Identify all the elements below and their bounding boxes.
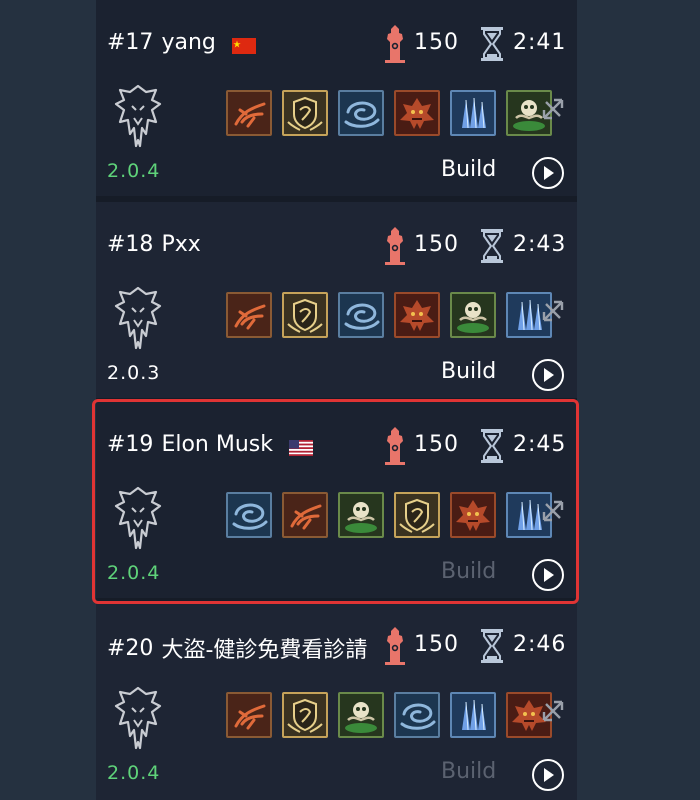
leaderboard-panel: #17 yang 150 2:41 2.0.4 Build #18 Pxx 15… <box>96 0 577 800</box>
leaderboard-entry[interactable]: #17 yang 150 2:41 2.0.4 Build <box>96 0 577 200</box>
tower-icon <box>385 25 405 63</box>
rank-number: #18 <box>107 232 154 257</box>
build-label[interactable]: Build <box>441 157 496 182</box>
clear-time-value: 2:41 <box>513 30 567 55</box>
ice-spike-glyph-icon[interactable] <box>450 692 496 738</box>
tower-icon <box>385 627 405 665</box>
build-label[interactable]: Build <box>441 359 496 384</box>
player-name: Elon Musk <box>161 432 273 457</box>
necromancer-class-icon <box>114 486 162 550</box>
player-rank-name: #20 大盜-健診免費看診請 <box>107 632 367 664</box>
player-name: 大盜-健診免費看診請 <box>161 638 368 663</box>
rank-number: #20 <box>107 635 154 661</box>
expand-arrows-icon[interactable] <box>540 96 566 122</box>
vortex-glyph-icon[interactable] <box>226 492 272 538</box>
pit-tier-value: 150 <box>414 232 459 257</box>
exploit-glyph-icon[interactable] <box>282 90 328 136</box>
ranger-glyph-icon[interactable] <box>226 90 272 136</box>
clear-time-value: 2:45 <box>513 432 567 457</box>
ranger-glyph-icon[interactable] <box>226 292 272 338</box>
necromancer-class-icon <box>114 686 162 750</box>
rank-number: #19 <box>107 432 154 457</box>
leaderboard-entry[interactable]: #19 Elon Musk 150 2:45 2.0.4 Build <box>96 402 577 602</box>
wrath-glyph-icon[interactable] <box>394 90 440 136</box>
player-name: Pxx <box>161 232 201 257</box>
vortex-glyph-icon[interactable] <box>394 692 440 738</box>
game-version: 2.0.3 <box>107 362 161 384</box>
necromancer-class-icon <box>114 286 162 350</box>
game-version: 2.0.4 <box>107 562 161 584</box>
exploit-glyph-icon[interactable] <box>282 692 328 738</box>
ranger-glyph-icon[interactable] <box>226 692 272 738</box>
play-button[interactable] <box>532 759 564 791</box>
china-flag-icon <box>231 35 256 54</box>
ice-spike-glyph-icon[interactable] <box>450 90 496 136</box>
play-button[interactable] <box>532 157 564 189</box>
game-version: 2.0.4 <box>107 762 161 784</box>
build-label[interactable]: Build <box>441 759 496 784</box>
poison-glyph-icon[interactable] <box>338 692 384 738</box>
exploit-glyph-icon[interactable] <box>394 492 440 538</box>
clear-time-value: 2:46 <box>513 632 567 657</box>
necromancer-class-icon <box>114 84 162 148</box>
pit-tier-value: 150 <box>414 432 459 457</box>
tower-icon <box>385 227 405 265</box>
expand-arrows-icon[interactable] <box>540 498 566 524</box>
vortex-glyph-icon[interactable] <box>338 90 384 136</box>
vortex-glyph-icon[interactable] <box>338 292 384 338</box>
ranger-glyph-icon[interactable] <box>282 492 328 538</box>
hourglass-icon <box>481 229 503 263</box>
tower-icon <box>385 427 405 465</box>
exploit-glyph-icon[interactable] <box>282 292 328 338</box>
play-button[interactable] <box>532 359 564 391</box>
poison-glyph-icon[interactable] <box>450 292 496 338</box>
player-name: yang <box>161 30 216 55</box>
rank-number: #17 <box>107 30 154 55</box>
expand-arrows-icon[interactable] <box>540 298 566 324</box>
play-button[interactable] <box>532 559 564 591</box>
player-rank-name: #18 Pxx <box>107 232 201 257</box>
hourglass-icon <box>481 629 503 663</box>
clear-time-value: 2:43 <box>513 232 567 257</box>
hourglass-icon <box>481 429 503 463</box>
pit-tier-value: 150 <box>414 632 459 657</box>
leaderboard-entry[interactable]: #18 Pxx 150 2:43 2.0.3 Build <box>96 202 577 402</box>
player-rank-name: #19 Elon Musk <box>107 432 313 457</box>
wrath-glyph-icon[interactable] <box>450 492 496 538</box>
hourglass-icon <box>481 27 503 61</box>
build-label[interactable]: Build <box>441 559 496 584</box>
wrath-glyph-icon[interactable] <box>394 292 440 338</box>
usa-flag-icon <box>288 437 313 456</box>
player-rank-name: #17 yang <box>107 30 256 55</box>
pit-tier-value: 150 <box>414 30 459 55</box>
expand-arrows-icon[interactable] <box>540 698 566 724</box>
leaderboard-entry[interactable]: #20 大盜-健診免費看診請 150 2:46 2.0.4 Build <box>96 602 577 800</box>
poison-glyph-icon[interactable] <box>338 492 384 538</box>
game-version: 2.0.4 <box>107 160 161 182</box>
